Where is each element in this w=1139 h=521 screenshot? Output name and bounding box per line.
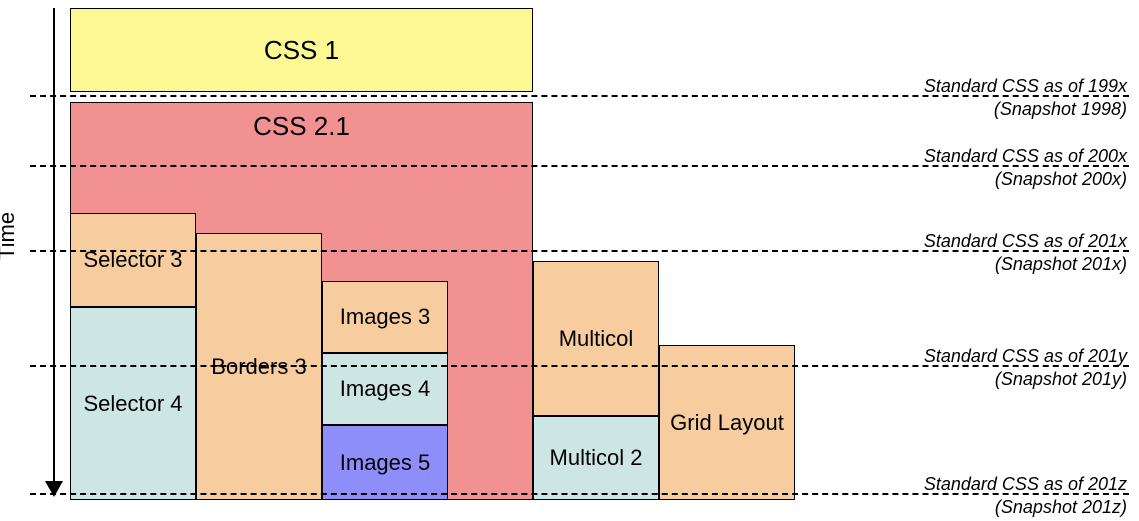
snapshot-label-line1: Standard CSS as of 199x xyxy=(924,75,1127,98)
snapshot-label-line1: Standard CSS as of 200x xyxy=(924,145,1127,168)
module-images5: Images 5 xyxy=(322,425,448,500)
snapshot-label-line2: (Snapshot 200x) xyxy=(924,168,1127,191)
snapshot-label-line1: Standard CSS as of 201y xyxy=(924,345,1127,368)
module-images3: Images 3 xyxy=(322,281,448,353)
snapshot-label-201z: Standard CSS as of 201z(Snapshot 201z) xyxy=(924,473,1127,518)
module-label: Images 4 xyxy=(340,376,431,402)
module-label: Images 3 xyxy=(340,304,431,330)
snapshot-label-line2: (Snapshot 201x) xyxy=(924,253,1127,276)
snapshot-label-201x: Standard CSS as of 201x(Snapshot 201x) xyxy=(924,230,1127,275)
module-css1: CSS 1 xyxy=(70,8,533,92)
module-label: Multicol 2 xyxy=(550,445,643,471)
module-label: CSS 2.1 xyxy=(253,111,350,142)
module-label: Multicol xyxy=(559,326,634,352)
module-multicol: Multicol xyxy=(533,261,659,416)
module-sel3: Selector 3 xyxy=(70,213,196,307)
diagram-stage: Time CSS 1CSS 2.1Selector 3Selector 4Bor… xyxy=(0,0,1139,521)
module-label: CSS 1 xyxy=(264,35,339,66)
snapshot-label-line1: Standard CSS as of 201x xyxy=(924,230,1127,253)
snapshot-label-line1: Standard CSS as of 201z xyxy=(924,473,1127,496)
snapshot-label-199x: Standard CSS as of 199x(Snapshot 1998) xyxy=(924,75,1127,120)
time-axis-label: Time xyxy=(0,212,20,260)
module-label: Grid Layout xyxy=(670,410,784,436)
snapshot-label-line2: (Snapshot 1998) xyxy=(924,98,1127,121)
module-sel4: Selector 4 xyxy=(70,307,196,500)
snapshot-label-200x: Standard CSS as of 200x(Snapshot 200x) xyxy=(924,145,1127,190)
module-multicol2: Multicol 2 xyxy=(533,416,659,500)
snapshot-label-line2: (Snapshot 201z) xyxy=(924,496,1127,519)
module-label: Selector 4 xyxy=(83,391,182,417)
module-images4: Images 4 xyxy=(322,353,448,425)
time-axis-shaft xyxy=(53,8,55,483)
module-label: Images 5 xyxy=(340,450,431,476)
snapshot-label-201y: Standard CSS as of 201y(Snapshot 201y) xyxy=(924,345,1127,390)
snapshot-label-line2: (Snapshot 201y) xyxy=(924,368,1127,391)
module-grid: Grid Layout xyxy=(659,345,795,500)
